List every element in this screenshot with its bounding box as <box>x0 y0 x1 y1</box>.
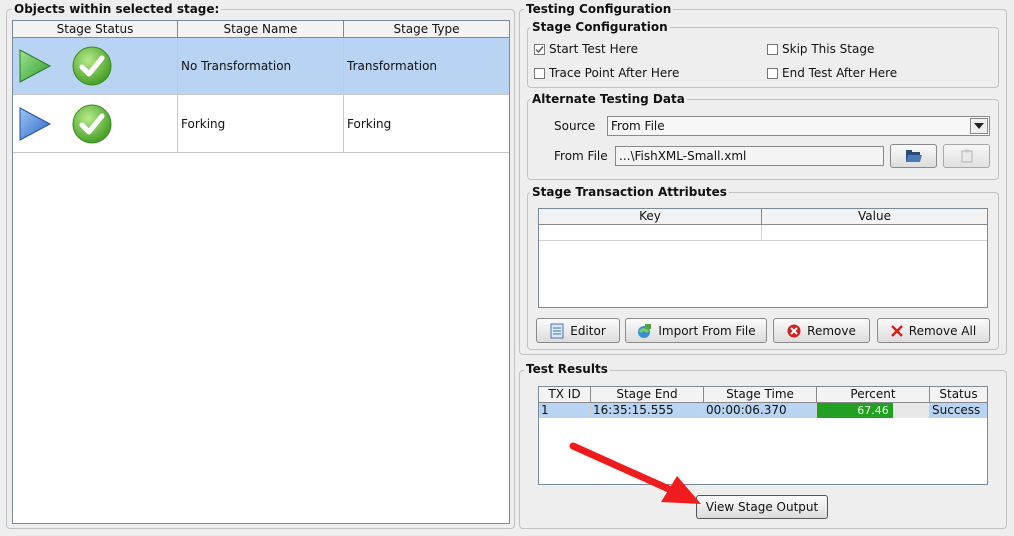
view-stage-output-button[interactable]: View Stage Output <box>696 495 828 519</box>
stage-end-cell: 16:35:15.555 <box>591 403 704 418</box>
col-status[interactable]: Status <box>930 387 987 402</box>
col-tx-id[interactable]: TX ID <box>539 387 591 402</box>
col-stage-time[interactable]: Stage Time <box>704 387 817 402</box>
stage-name-cell: Forking <box>178 95 344 152</box>
table-row[interactable]: 1 16:35:15.555 00:00:06.370 67.46 Succes… <box>539 403 987 418</box>
objects-table-header: Stage Status Stage Name Stage Type <box>13 21 509 38</box>
stage-type-cell: Transformation <box>347 59 438 73</box>
checkbox-box <box>534 67 545 79</box>
value-cell[interactable] <box>762 225 987 240</box>
editor-button[interactable]: Editor <box>536 318 620 343</box>
source-label: Source <box>554 119 596 133</box>
stage-time-cell: 00:00:06.370 <box>704 403 817 418</box>
percent-cell: 67.46 <box>817 403 930 418</box>
stage-config-title: Stage Configuration <box>530 20 670 34</box>
editor-icon <box>550 323 564 338</box>
view-output-label: View Stage Output <box>705 500 819 514</box>
stage-status-cell <box>13 95 178 152</box>
table-row[interactable] <box>539 225 987 241</box>
remove-all-button[interactable]: Remove All <box>877 318 990 343</box>
editor-label: Editor <box>570 323 606 338</box>
check-icon <box>72 46 112 86</box>
folder-open-icon <box>905 150 922 162</box>
transaction-attrs-title: Stage Transaction Attributes <box>530 185 729 199</box>
checkbox-box <box>767 43 778 55</box>
file-path-field[interactable]: ...\FishXML-Small.xml <box>615 146 884 166</box>
table-row[interactable]: No Transformation Transformation <box>13 38 509 95</box>
stage-type-cell: Forking <box>347 116 392 131</box>
remove-icon <box>787 324 801 337</box>
remove-all-label: Remove All <box>908 323 977 338</box>
checkbox-box <box>534 43 545 55</box>
end-test-checkbox[interactable]: End Test After Here <box>767 66 897 80</box>
percent-value: 67.46 <box>857 404 889 417</box>
alternate-data-title: Alternate Testing Data <box>530 92 687 106</box>
check-icon <box>72 104 112 143</box>
skip-stage-checkbox[interactable]: Skip This Stage <box>767 42 874 56</box>
checkbox-box <box>767 67 778 79</box>
clipboard-button[interactable] <box>943 144 990 168</box>
col-stage-type[interactable]: Stage Type <box>344 21 509 37</box>
trace-point-checkbox[interactable]: Trace Point After Here <box>534 66 679 80</box>
stage-name-cell: No Transformation <box>178 38 344 94</box>
tx-id-cell: 1 <box>539 403 591 418</box>
play-icon <box>19 49 52 83</box>
test-results-title: Test Results <box>524 362 610 376</box>
col-value[interactable]: Value <box>762 209 987 224</box>
col-key[interactable]: Key <box>539 209 762 224</box>
chevron-down-icon <box>974 123 984 129</box>
from-file-label: From File <box>554 149 608 163</box>
results-table-header: TX ID Stage End Stage Time Percent Statu… <box>539 387 987 403</box>
clipboard-icon <box>961 149 972 163</box>
dropdown-button[interactable] <box>970 118 988 134</box>
objects-panel-title: Objects within selected stage: <box>12 2 222 16</box>
end-test-label: End Test After Here <box>782 66 898 80</box>
remove-label: Remove <box>807 323 856 338</box>
start-test-label: Start Test Here <box>549 42 639 56</box>
status-cell: Success <box>932 403 981 417</box>
checkmark-icon <box>535 45 544 53</box>
source-select[interactable]: From File <box>607 116 990 136</box>
col-percent[interactable]: Percent <box>817 387 930 402</box>
key-cell[interactable] <box>539 225 762 240</box>
col-stage-name[interactable]: Stage Name <box>178 21 344 37</box>
testing-config-title: Testing Configuration <box>524 2 674 16</box>
stage-status-cell <box>13 38 178 94</box>
remove-button[interactable]: Remove <box>773 318 870 343</box>
import-icon <box>638 323 652 338</box>
attributes-table-header: Key Value <box>539 209 987 225</box>
col-stage-status[interactable]: Stage Status <box>13 21 178 37</box>
trace-point-label: Trace Point After Here <box>549 66 680 80</box>
source-value: From File <box>611 119 665 133</box>
table-row[interactable]: Forking Forking <box>13 95 509 153</box>
start-test-checkbox[interactable]: Start Test Here <box>534 42 638 56</box>
import-label: Import From File <box>658 323 756 338</box>
red-arrow-annotation <box>569 442 701 504</box>
objects-table: Stage Status Stage Name Stage Type No Tr… <box>12 20 510 524</box>
browse-file-button[interactable] <box>890 144 937 168</box>
attributes-table: Key Value <box>538 208 988 308</box>
col-stage-end[interactable]: Stage End <box>591 387 704 402</box>
import-from-file-button[interactable]: Import From File <box>625 318 767 343</box>
play-icon <box>19 106 52 141</box>
skip-stage-label: Skip This Stage <box>782 42 875 56</box>
close-icon <box>890 324 903 337</box>
